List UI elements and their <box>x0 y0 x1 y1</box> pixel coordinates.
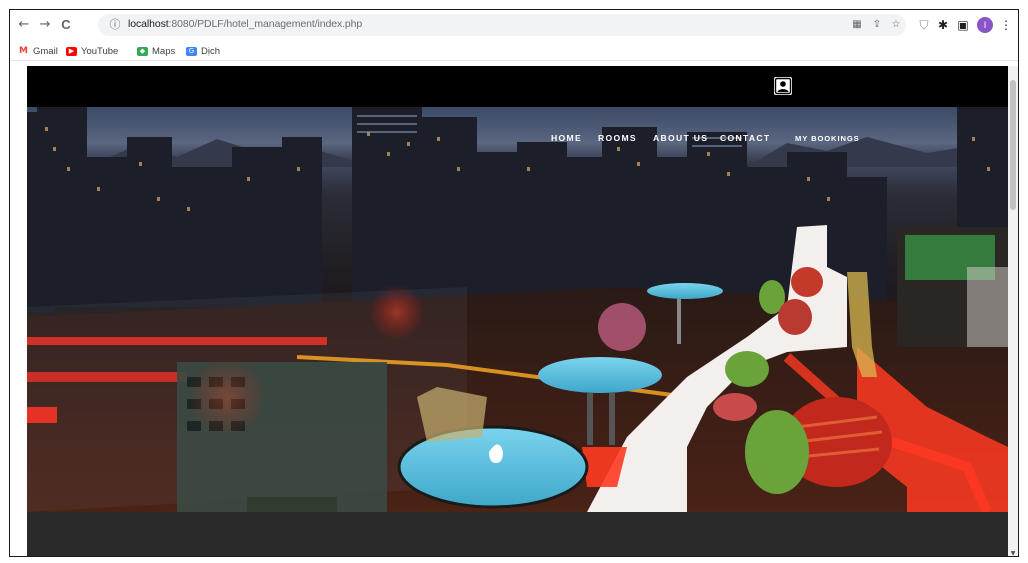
nav-rooms[interactable]: ROOMS <box>598 133 637 143</box>
side-panel-icon[interactable]: ▣ <box>956 18 970 32</box>
menu-icon[interactable]: ⋮ <box>999 18 1013 32</box>
url-path: :8080/PDLF/hotel_management/index.php <box>168 18 363 30</box>
scrollbar-thumb[interactable] <box>1010 80 1016 210</box>
url-text[interactable]: localhost:8080/PDLF/hotel_management/ind… <box>128 18 362 30</box>
page-viewport: HOME ROOMS ABOUT US CONTACT MY BOOKINGS <box>27 66 1008 556</box>
page-scrollbar[interactable]: ▼ <box>1008 66 1018 557</box>
bookmark-youtube[interactable]: ▶ YouTube <box>66 44 118 58</box>
bookmark-gmail[interactable]: M Gmail <box>18 44 58 58</box>
bookmarks-bar: M Gmail ▶ YouTube ◆ Maps G Dịch <box>10 40 1018 61</box>
main-navigation: HOME ROOMS ABOUT US CONTACT MY BOOKINGS <box>27 133 1008 147</box>
puzzle-extensions-icon[interactable]: ✱ <box>936 18 950 32</box>
section-below-hero <box>27 512 1008 556</box>
bookmark-label: Dịch <box>201 45 221 57</box>
scroll-down-icon[interactable]: ▼ <box>1010 551 1016 557</box>
reload-icon[interactable]: C <box>58 17 74 33</box>
maps-icon: ◆ <box>137 46 148 56</box>
youtube-icon: ▶ <box>66 46 77 56</box>
shield-extension-icon[interactable]: ⛉ <box>917 18 931 32</box>
screenshot-frame: ← → C ⓘ localhost:8080/PDLF/hotel_manage… <box>9 9 1019 557</box>
translate-icon: G <box>186 46 197 56</box>
bookmark-dich[interactable]: G Dịch <box>186 44 220 58</box>
bookmark-maps[interactable]: ◆ Maps <box>137 44 175 58</box>
bookmark-label: Gmail <box>33 45 58 57</box>
browser-toolbar: ← → C ⓘ localhost:8080/PDLF/hotel_manage… <box>10 10 1018 40</box>
address-bar[interactable]: ⓘ localhost:8080/PDLF/hotel_management/i… <box>98 14 906 36</box>
hero-banner: HOME ROOMS ABOUT US CONTACT MY BOOKINGS <box>27 107 1008 512</box>
gmail-icon: M <box>18 45 29 56</box>
translate-icon[interactable]: ▦ <box>850 19 864 31</box>
back-icon[interactable]: ← <box>16 17 32 33</box>
user-account-icon[interactable] <box>774 77 792 95</box>
nav-contact[interactable]: CONTACT <box>720 133 770 143</box>
forward-icon[interactable]: → <box>37 17 53 33</box>
nav-home[interactable]: HOME <box>551 133 582 143</box>
nav-my-bookings[interactable]: MY BOOKINGS <box>795 134 860 143</box>
star-icon[interactable]: ☆ <box>889 19 903 31</box>
site-info-icon[interactable]: ⓘ <box>107 17 123 33</box>
rooftop-lounge-image <box>27 107 1008 512</box>
nav-about-us[interactable]: ABOUT US <box>653 133 708 143</box>
profile-avatar[interactable]: I <box>977 17 993 33</box>
bookmark-label: YouTube <box>81 45 119 57</box>
site-header <box>27 66 1008 107</box>
share-icon[interactable]: ⇪ <box>870 19 884 31</box>
url-host: localhost <box>128 18 169 30</box>
bookmark-label: Maps <box>152 45 176 57</box>
